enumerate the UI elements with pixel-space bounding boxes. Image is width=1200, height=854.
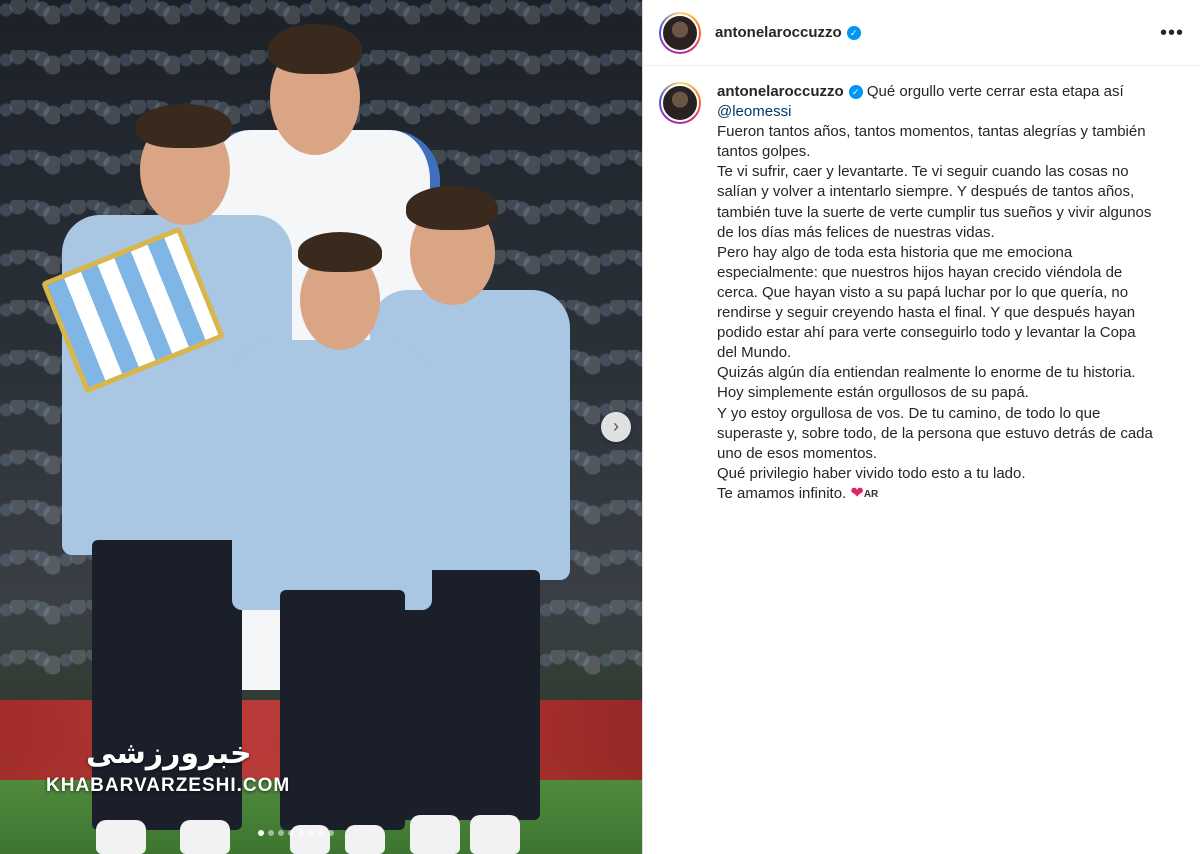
caption-paragraph: Pero hay algo de toda esta historia que … (717, 243, 1136, 362)
caption-closing: Te amamos infinito. ❤AR (717, 484, 1157, 505)
caption-first-line: Qué orgullo verte cerrar esta etapa así (866, 83, 1124, 100)
caption-paragraph: Fueron tantos años, tantos momentos, tan… (717, 123, 1146, 161)
author-avatar[interactable] (659, 11, 701, 54)
watermark-arabic: خبرورزشی (86, 736, 252, 771)
carousel-dot (258, 830, 264, 836)
carousel-dot (308, 830, 314, 836)
author-username[interactable]: antonelaroccuzzo ✓ (715, 24, 861, 41)
carousel-next-button[interactable]: › (601, 412, 631, 442)
caption-avatar[interactable] (659, 82, 701, 124)
chevron-right-icon: › (613, 416, 619, 436)
caption-paragraph: Quizás algún día entiendan realmente lo … (717, 364, 1136, 382)
caption-paragraph: Te vi sufrir, caer y levantarte. Te vi s… (717, 163, 1152, 241)
caption-paragraph: Hoy simplemente están orgullosos de su p… (717, 384, 1029, 402)
more-options-icon[interactable]: ••• (1160, 23, 1184, 43)
watermark: خبرورزشی KHABARVARZESHI.COM (46, 736, 290, 797)
instagram-post: خبرورزشی KHABARVARZESHI.COM › antonelaro… (0, 0, 1200, 854)
post-photo[interactable]: خبرورزشی KHABARVARZESHI.COM › (0, 0, 642, 854)
post-header: antonelaroccuzzo ✓ ••• (643, 0, 1200, 66)
caption-text: antonelaroccuzzo ✓ Qué orgullo verte cerr… (717, 82, 1157, 505)
caption-closing-text: Te amamos infinito. (717, 484, 847, 502)
carousel-dot (278, 830, 284, 836)
red-heart-icon: ❤ (850, 484, 864, 502)
mention-link[interactable]: @leomessi (717, 102, 1157, 122)
caption-paragraph: Qué privilegio haber vivido todo esto a … (717, 464, 1026, 482)
post-caption: antonelaroccuzzo ✓ Qué orgullo verte cerr… (643, 66, 1200, 505)
caption-username-text: antonelaroccuzzo (717, 83, 844, 100)
caption-username[interactable]: antonelaroccuzzo ✓ (717, 83, 863, 100)
carousel-dot (288, 830, 294, 836)
avatar-image (661, 13, 699, 52)
carousel-dots (258, 830, 334, 836)
argentina-flag-icon: AR (863, 488, 879, 500)
watermark-latin: KHABARVARZESHI.COM (46, 775, 291, 796)
carousel-dot (328, 830, 334, 836)
carousel-dot (298, 830, 304, 836)
post-side-panel: antonelaroccuzzo ✓ ••• antonelaroccuzzo ✓ … (642, 0, 1200, 854)
carousel-dot (268, 830, 274, 836)
verified-badge-icon: ✓ (846, 26, 861, 40)
verified-badge-icon: ✓ (848, 85, 863, 99)
carousel-dot (318, 830, 324, 836)
caption-paragraph: Y yo estoy orgullosa de vos. De tu camin… (717, 404, 1153, 462)
avatar-image (661, 84, 699, 122)
author-username-text: antonelaroccuzzo (715, 24, 842, 41)
